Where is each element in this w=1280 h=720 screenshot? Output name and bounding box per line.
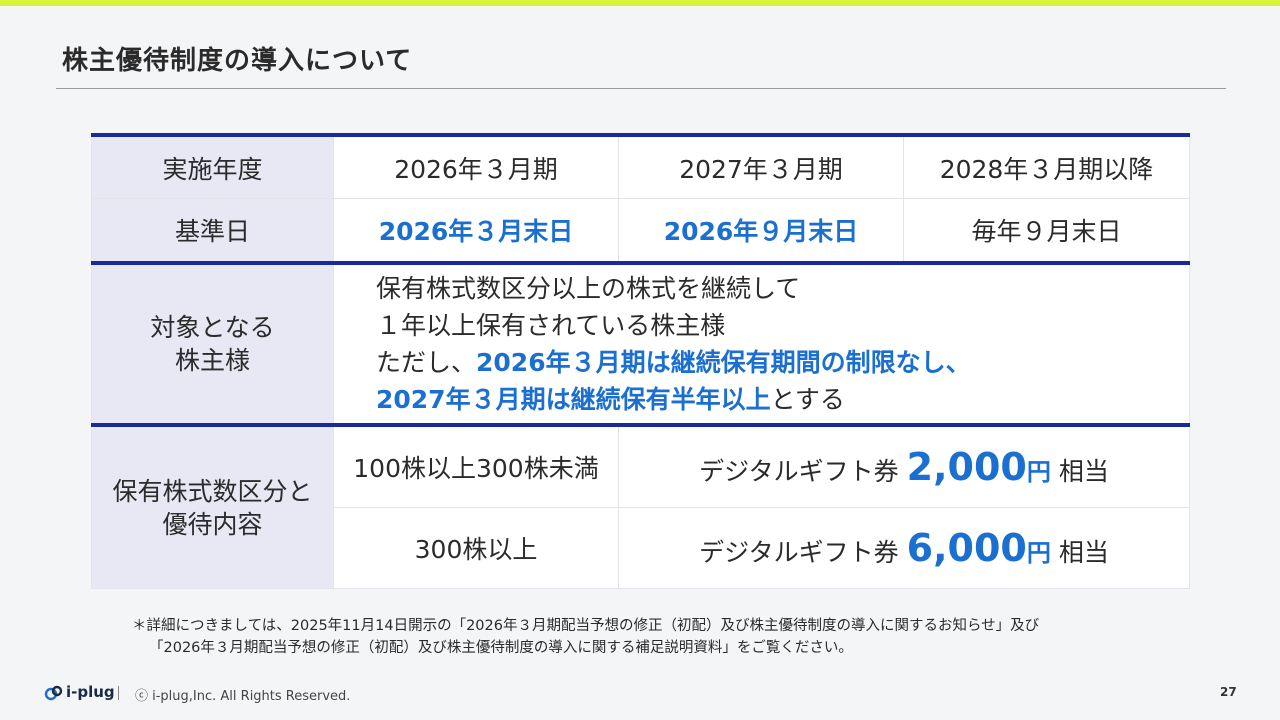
eligibility-line2: １年以上保有されている株主様 bbox=[376, 311, 726, 340]
row-eligible-shareholders: 対象となる 株主様 保有株式数区分以上の株式を継続して １年以上保有されている株… bbox=[91, 262, 1190, 427]
label-holdings-line2: 優待内容 bbox=[162, 509, 263, 539]
eligibility-description: 保有株式数区分以上の株式を継続して １年以上保有されている株主様 ただし、202… bbox=[333, 262, 1190, 427]
eligibility-line4-plain: とする bbox=[770, 385, 845, 414]
tier-1-amount: 2,000 bbox=[906, 445, 1027, 489]
footnote-line1: ＊詳細につきましては、2025年11月14日開示の「2026年３月期配当予想の修… bbox=[132, 618, 1040, 634]
top-accent-bar bbox=[0, 0, 1280, 6]
footer-brand: i-plug bbox=[66, 683, 115, 701]
footnote: ＊詳細につきましては、2025年11月14日開示の「2026年３月期配当予想の修… bbox=[132, 615, 1039, 659]
label-eligible-shareholders: 対象となる 株主様 bbox=[91, 262, 334, 427]
label-holdings-and-benefits: 保有株式数区分と 優待内容 bbox=[91, 424, 334, 589]
footer-copyright: ⓒ i-plug,Inc. All Rights Reserved. bbox=[135, 689, 351, 704]
tier-2-gift-label: デジタルギフト券 bbox=[699, 538, 899, 567]
record-date-2: 2026年９月末日 bbox=[618, 198, 904, 265]
tier-1-gift-label: デジタルギフト券 bbox=[699, 457, 899, 486]
fiscal-year-2026: 2026年３月期 bbox=[333, 133, 619, 199]
label-record-date: 基準日 bbox=[91, 198, 334, 265]
eligibility-line3: ただし、2026年３月期は継続保有期間の制限なし、 bbox=[376, 344, 1189, 381]
eligibility-line4: 2027年３月期は継続保有半年以上とする bbox=[376, 381, 1189, 418]
tier-1-suffix: 相当 bbox=[1058, 457, 1109, 486]
record-date-2-text: 2026年９月末日 bbox=[663, 217, 859, 246]
record-date-1-text: 2026年３月末日 bbox=[378, 217, 574, 246]
fiscal-year-2027: 2027年３月期 bbox=[618, 133, 904, 199]
footer-separator bbox=[118, 686, 119, 700]
i-plug-logo-icon bbox=[44, 685, 63, 701]
label-eligible-line2: 株主様 bbox=[174, 346, 250, 375]
label-fiscal-year: 実施年度 bbox=[91, 133, 334, 199]
record-date-3: 毎年９月末日 bbox=[903, 198, 1190, 265]
row-record-date: 基準日 2026年３月末日 2026年９月末日 毎年９月末日 bbox=[91, 198, 1190, 265]
label-eligible-line1: 対象となる bbox=[150, 313, 275, 342]
row-tier-1: 保有株式数区分と 優待内容 100株以上300株未満 デジタルギフト券 2,00… bbox=[91, 424, 1190, 589]
tier-2-benefit: デジタルギフト券 6,000円 相当 bbox=[618, 507, 1190, 589]
page-number: 27 bbox=[1220, 685, 1237, 699]
tier-2-suffix: 相当 bbox=[1058, 538, 1109, 567]
tier-2-yen: 円 bbox=[1026, 539, 1051, 567]
eligibility-line3-plain: ただし、 bbox=[376, 348, 477, 377]
eligibility-line4-highlight: 2027年３月期は継続保有半年以上 bbox=[376, 385, 771, 414]
record-date-1: 2026年３月末日 bbox=[333, 198, 619, 265]
fiscal-year-2028-onward: 2028年３月期以降 bbox=[903, 133, 1190, 199]
tier-2-shares: 300株以上 bbox=[333, 507, 619, 589]
tier-1-shares: 100株以上300株未満 bbox=[333, 424, 619, 508]
row-fiscal-year: 実施年度 2026年３月期 2027年３月期 2028年３月期以降 bbox=[91, 133, 1190, 199]
page-title: 株主優待制度の導入について bbox=[62, 46, 413, 76]
shareholder-benefit-table: 実施年度 2026年３月期 2027年３月期 2028年３月期以降 基準日 20… bbox=[91, 133, 1190, 589]
tier-1-benefit: デジタルギフト券 2,000円 相当 bbox=[618, 424, 1190, 508]
eligibility-line1: 保有株式数区分以上の株式を継続して bbox=[376, 274, 801, 303]
tier-1-yen: 円 bbox=[1026, 458, 1051, 486]
eligibility-line3-highlight: 2026年３月期は継続保有期間の制限なし、 bbox=[476, 348, 971, 377]
tier-2-amount: 6,000 bbox=[906, 526, 1027, 570]
title-divider bbox=[56, 88, 1226, 89]
footnote-line2: 「2026年３月期配当予想の修正（初配）及び株主優待制度の導入に関する補足説明資… bbox=[149, 640, 853, 656]
label-holdings-line1: 保有株式数区分と bbox=[112, 476, 313, 506]
